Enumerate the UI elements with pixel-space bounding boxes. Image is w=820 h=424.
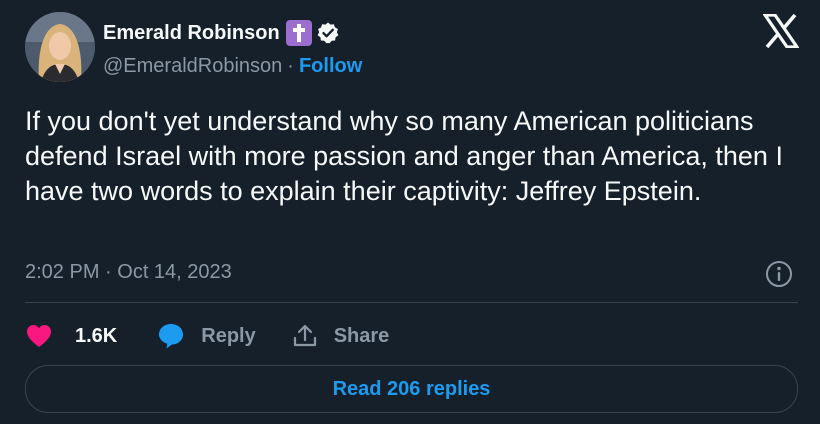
author-handle-row: @EmeraldRobinson · Follow	[103, 52, 362, 80]
tweet-timestamp[interactable]: 2:02 PM · Oct 14, 2023	[25, 261, 232, 284]
tweet-embed-card: Emerald Robinson @EmeraldRobinson · Foll…	[0, 0, 820, 424]
share-label: Share	[333, 324, 390, 347]
latin-cross-icon	[285, 20, 312, 46]
like-button[interactable]: 1.6K	[25, 323, 117, 349]
separator-dot: ·	[287, 54, 294, 77]
author-handle[interactable]: @EmeraldRobinson	[103, 55, 282, 78]
tweet-text: If you don't yet understand why so many …	[25, 106, 783, 206]
action-bar: 1.6K Reply Share	[25, 318, 389, 354]
reply-bubble-icon	[159, 324, 184, 349]
share-icon	[293, 324, 316, 347]
info-icon[interactable]	[765, 260, 793, 288]
divider	[25, 302, 798, 303]
reply-label: Reply	[201, 324, 256, 347]
share-button[interactable]: Share	[292, 323, 390, 349]
x-logo-icon[interactable]	[761, 13, 801, 49]
author-name-row: Emerald Robinson	[103, 19, 340, 47]
author-display-name[interactable]: Emerald Robinson	[103, 22, 280, 45]
follow-button[interactable]: Follow	[299, 55, 362, 78]
reply-button[interactable]: Reply	[157, 322, 256, 350]
author-avatar[interactable]	[25, 12, 95, 82]
read-replies-button[interactable]: Read 206 replies	[25, 365, 798, 413]
like-count: 1.6K	[75, 324, 118, 347]
heart-icon	[27, 325, 51, 347]
verified-badge-icon	[316, 21, 340, 45]
